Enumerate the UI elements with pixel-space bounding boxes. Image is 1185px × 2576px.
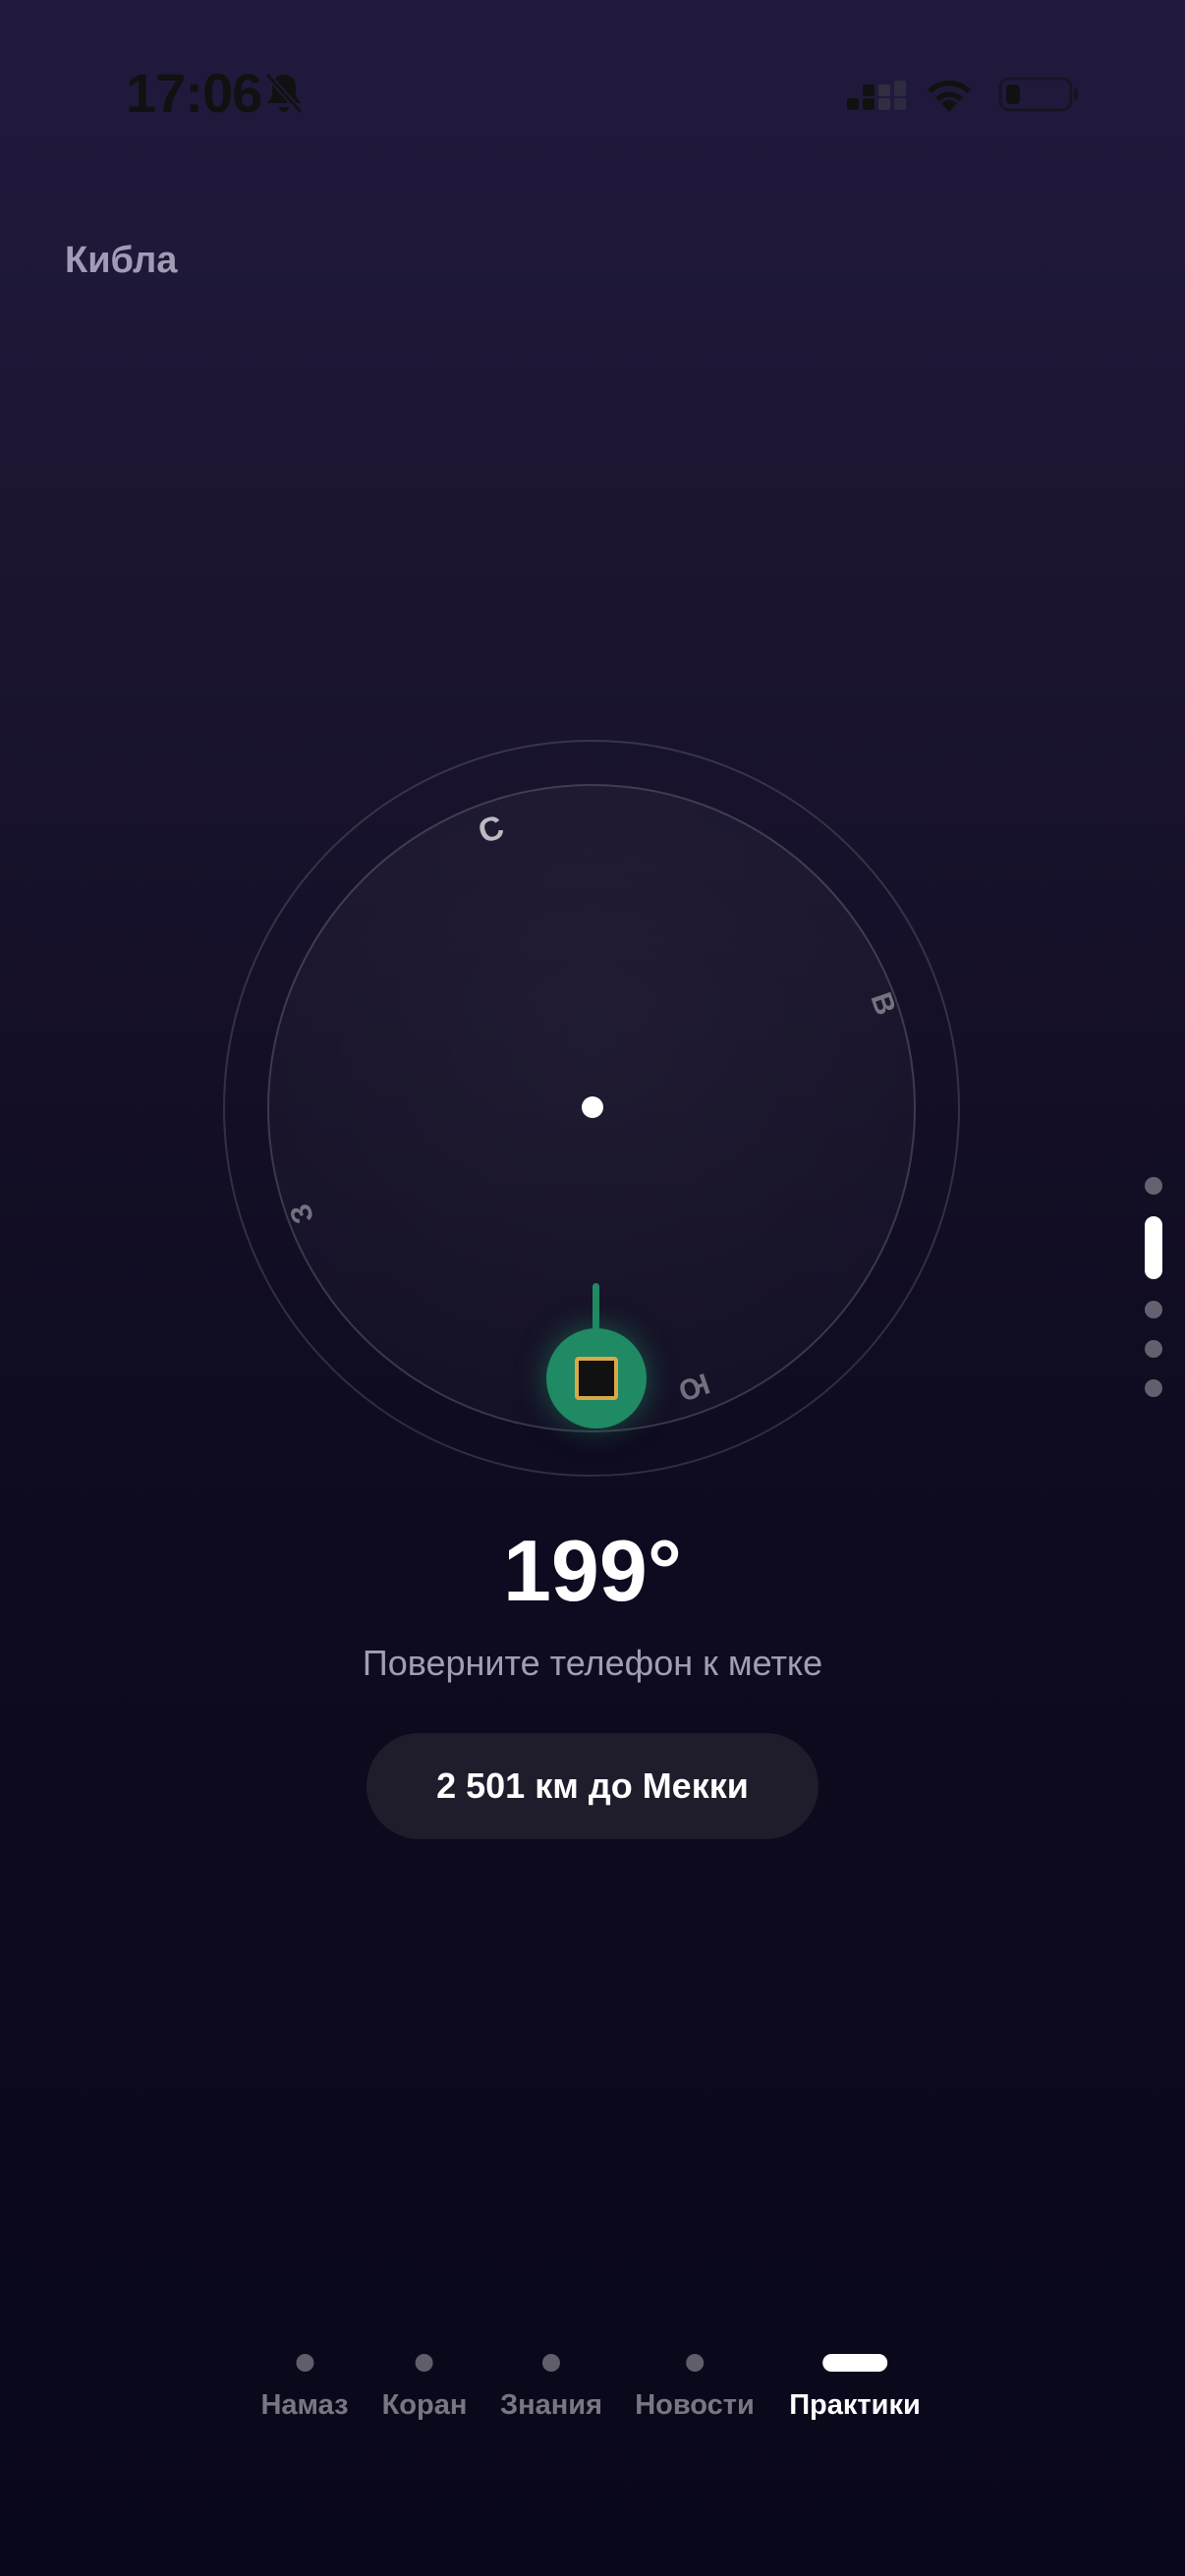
tab-indicator-dot [541,2354,560,2372]
tab-practices[interactable]: Практики [789,2354,921,2422]
tab-news[interactable]: Новости [635,2354,755,2422]
page-title: Кибла [65,240,178,281]
instruction-text: Поверните телефон к метке [362,1643,823,1683]
qibla-marker [546,1328,647,1428]
tab-knowledge[interactable]: Знания [500,2354,602,2422]
kaaba-icon [575,1357,618,1400]
page-dot[interactable] [1145,1379,1162,1397]
distance-to-mecca: 2 501 км до Мекки [367,1733,818,1839]
tab-label: Новости [635,2389,755,2421]
bell-off-icon [264,72,304,115]
page-indicator[interactable] [1142,1177,1165,1397]
tab-indicator-dot [416,2354,433,2372]
battery-icon [998,77,1078,112]
tab-label: Коран [381,2389,468,2421]
qibla-needle [592,1283,599,1330]
tab-label: Практики [789,2389,921,2421]
tab-quran[interactable]: Коран [381,2354,468,2422]
heading-degrees: 199° [502,1522,682,1619]
tab-label: Намаз [260,2389,349,2421]
tab-indicator-active [821,2354,887,2372]
tab-indicator-dot [686,2354,704,2372]
compass-center-dot [582,1096,603,1118]
cellular-signal-icon [847,81,906,110]
tab-indicator-dot [295,2354,313,2372]
tab-label: Знания [499,2389,603,2421]
tab-namaz[interactable]: Намаз [260,2354,349,2422]
wifi-icon [928,80,971,112]
page-dot[interactable] [1145,1301,1162,1318]
page-dot-active[interactable] [1145,1216,1162,1279]
status-time: 17:06 [126,62,262,124]
page-dot[interactable] [1145,1340,1162,1358]
page-dot[interactable] [1145,1177,1162,1195]
